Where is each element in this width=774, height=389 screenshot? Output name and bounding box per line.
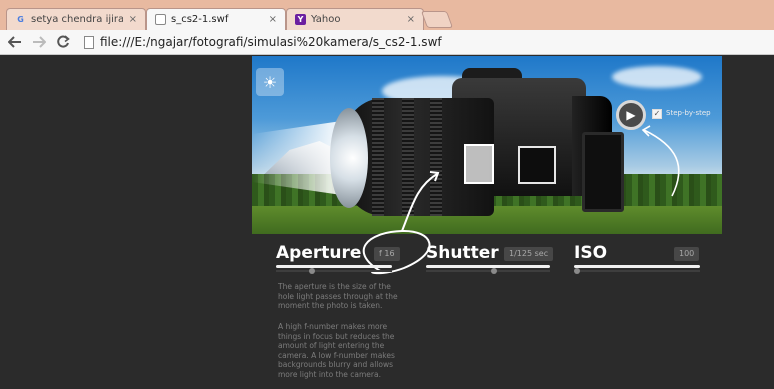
shutter-underline [426,265,550,268]
shutter-slider-thumb[interactable] [490,268,497,274]
lens-ring [430,98,442,216]
aperture-underline [276,265,392,268]
sensor-diagram [518,146,556,184]
close-tab-icon[interactable]: × [407,14,415,25]
google-favicon-icon: G [17,15,24,24]
play-icon[interactable]: ▶ [616,100,646,130]
sun-icon[interactable]: ☀ [256,68,284,96]
close-tab-icon[interactable]: × [129,14,137,25]
shutter-diagram [464,144,494,184]
aperture-label: Aperture [276,243,362,263]
aperture-slider[interactable] [276,270,392,272]
close-tab-icon[interactable]: × [269,14,277,25]
page-favicon-icon [155,14,166,25]
tab-title: s_cs2-1.swf [171,14,229,25]
iso-label: ISO [574,243,608,263]
iso-underline [574,265,700,268]
new-tab-button[interactable] [420,11,454,28]
address-bar[interactable]: file:///E:/ngajar/fotografi/simulasi%20k… [100,35,442,49]
tab-title: Yahoo [311,14,341,25]
aperture-value: f 16 [374,247,400,261]
browser-toolbar: file:///E:/ngajar/fotografi/simulasi%20k… [0,30,774,55]
aperture-description-1: The aperture is the size of the hole lig… [278,282,398,310]
page-icon [84,35,94,49]
lens-ring [402,98,414,216]
yahoo-favicon-icon: Y [295,14,306,25]
iso-slider[interactable] [574,270,700,272]
iso-slider-thumb[interactable] [574,268,580,274]
tab-strip: G setya chendra ijirae.com - × s_cs2-1.s… [0,0,774,30]
step-by-step-checkbox[interactable]: ✓ [652,109,662,119]
camera-screen [582,132,624,212]
shutter-label: Shutter [426,243,499,263]
lens-ring [372,98,384,216]
tab-s-cs2-swf[interactable]: s_cs2-1.swf × [146,8,286,30]
back-arrow-icon[interactable] [6,33,24,51]
shutter-value: 1/125 sec [504,247,554,261]
forward-arrow-icon[interactable] [30,33,48,51]
scene-view: ☀ ▶ ✓ Step-by-step [252,56,722,234]
tab-title: setya chendra ijirae.com - [31,14,123,25]
camera-simulator: ☀ ▶ ✓ Step-by-step Aperture f 16 Shutter… [252,56,722,389]
shutter-slider[interactable] [426,270,550,272]
aperture-slider-thumb[interactable] [309,268,315,274]
cloud [612,66,702,88]
reload-icon[interactable] [54,33,72,51]
aperture-description-2: A high f-number makes more things in foc… [278,322,395,379]
iso-value: 100 [674,247,700,261]
lens-glass [330,108,368,208]
step-by-step-label: Step-by-step [666,109,711,117]
tab-setya-chendra[interactable]: G setya chendra ijirae.com - × [6,8,146,30]
tab-yahoo[interactable]: Y Yahoo × [286,8,424,30]
